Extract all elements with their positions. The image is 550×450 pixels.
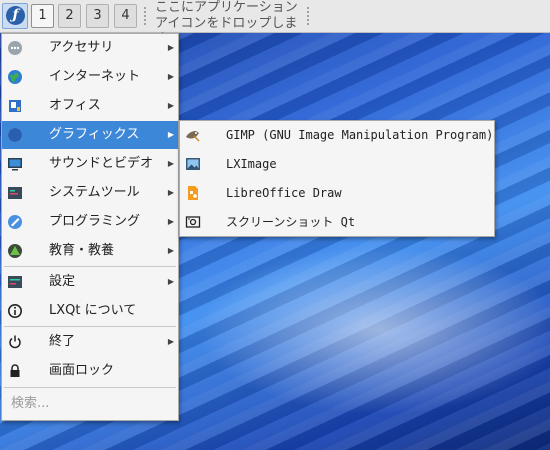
menu-item-internet[interactable]: インターネット ▶ — [2, 63, 178, 91]
panel-grip-handle-2[interactable] — [306, 6, 310, 26]
menu-item-label: 設定 — [49, 274, 76, 289]
workspace-button-1[interactable]: 1 — [31, 4, 54, 28]
globe-icon — [8, 70, 22, 84]
menu-item-label: 終了 — [49, 334, 76, 349]
menu-item-label: サウンドとビデオ — [49, 156, 154, 171]
graphics-submenu: GIMP (GNU Image Manipulation Program) LX… — [179, 120, 495, 237]
accessories-icon — [8, 41, 22, 55]
submenu-arrow-icon: ▶ — [167, 217, 174, 226]
menu-item-lock-screen[interactable]: 画面ロック — [2, 357, 178, 385]
taskbar: ƒ 1 2 3 4 ここにアプリケーション アイコンをドロップします — [0, 0, 550, 47]
submenu-arrow-icon: ▶ — [167, 337, 174, 346]
menu-item-label: 教育・教養 — [49, 243, 115, 258]
menu-separator — [4, 266, 176, 267]
menu-item-label: アクセサリ — [49, 40, 114, 55]
menu-item-system-tools[interactable]: システムツール ▶ — [2, 179, 178, 207]
menu-item-about-lxqt[interactable]: LXQt について — [2, 297, 178, 325]
submenu-arrow-icon: ▶ — [167, 277, 174, 286]
fedora-logo-icon: ƒ — [6, 6, 25, 25]
menu-item-graphics[interactable]: グラフィックス ▶ — [2, 121, 178, 149]
menu-item-exit[interactable]: 終了 ▶ — [2, 328, 178, 356]
start-menu-button[interactable]: ƒ — [2, 3, 28, 29]
submenu-item-libreoffice-draw[interactable]: LibreOffice Draw — [180, 179, 494, 208]
submenu-arrow-icon: ▶ — [167, 130, 174, 139]
education-icon — [8, 244, 22, 258]
menu-item-label: LXQt について — [49, 303, 137, 318]
programming-icon — [8, 215, 22, 229]
menu-separator — [4, 387, 176, 388]
submenu-item-screenshot-qt[interactable]: スクリーンショット Qt — [180, 208, 494, 237]
submenu-item-lximage[interactable]: LXImage — [180, 150, 494, 179]
menu-item-label: システムツール — [49, 185, 140, 200]
menu-item-settings[interactable]: 設定 ▶ — [2, 268, 178, 296]
submenu-item-label: スクリーンショット Qt — [226, 215, 356, 229]
settings-icon — [8, 276, 22, 288]
submenu-arrow-icon: ▶ — [167, 43, 174, 52]
office-icon — [9, 100, 21, 112]
submenu-arrow-icon: ▶ — [167, 246, 174, 255]
power-icon — [9, 335, 21, 349]
multimedia-icon — [8, 158, 22, 171]
system-tools-icon — [8, 187, 22, 199]
workspace-button-3[interactable]: 3 — [86, 4, 109, 28]
submenu-item-label: GIMP (GNU Image Manipulation Program) — [226, 128, 494, 142]
graphics-icon — [8, 128, 22, 142]
menu-item-label: 画面ロック — [49, 363, 115, 378]
menu-item-label: オフィス — [49, 98, 101, 113]
search-input[interactable]: 検索... — [4, 391, 176, 417]
menu-item-accessories[interactable]: アクセサリ ▶ — [2, 34, 178, 62]
menu-item-programming[interactable]: プログラミング ▶ — [2, 208, 178, 236]
screenshot-icon — [185, 216, 201, 228]
menu-item-label: インターネット — [49, 69, 141, 84]
menu-item-office[interactable]: オフィス ▶ — [2, 92, 178, 120]
menu-item-label: プログラミング — [49, 214, 141, 229]
menu-item-label: グラフィックス — [49, 127, 140, 142]
workspace-button-2[interactable]: 2 — [58, 4, 81, 28]
gimp-icon — [186, 131, 200, 142]
menu-separator — [4, 326, 176, 327]
menu-item-education[interactable]: 教育・教養 ▶ — [2, 237, 178, 265]
quicklaunch-hint-line1: ここにアプリケーション — [155, 0, 298, 15]
submenu-arrow-icon: ▶ — [167, 101, 174, 110]
submenu-item-gimp[interactable]: GIMP (GNU Image Manipulation Program) — [180, 121, 494, 150]
submenu-item-label: LibreOffice Draw — [226, 186, 342, 200]
panel-grip-handle[interactable] — [143, 6, 147, 26]
workspace-button-4[interactable]: 4 — [114, 4, 137, 28]
submenu-arrow-icon: ▶ — [167, 159, 174, 168]
application-menu: アクセサリ ▶ インターネット ▶ オフィス ▶ グラフィックス ▶ サウンドと… — [1, 33, 179, 421]
submenu-item-label: LXImage — [226, 157, 277, 171]
submenu-arrow-icon: ▶ — [167, 188, 174, 197]
submenu-arrow-icon: ▶ — [167, 72, 174, 81]
menu-item-sound-video[interactable]: サウンドとビデオ ▶ — [2, 150, 178, 178]
lock-icon — [10, 364, 20, 377]
image-viewer-icon — [186, 158, 200, 170]
libreoffice-draw-icon — [188, 186, 198, 200]
info-icon — [8, 304, 22, 318]
